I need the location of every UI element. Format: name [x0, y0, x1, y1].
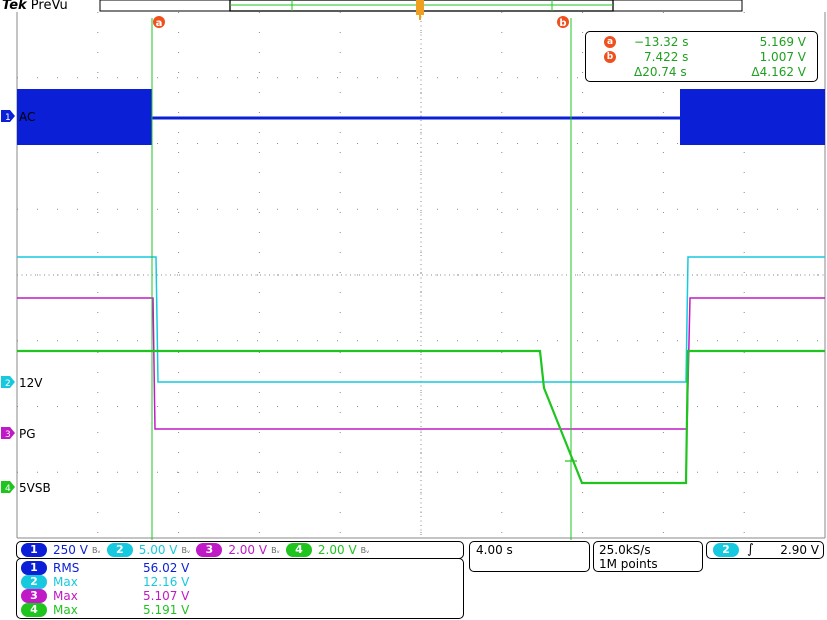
- ch3-bw-limit-icon: Bᵥ: [271, 545, 280, 555]
- ch1-scale[interactable]: 250 V: [53, 543, 88, 557]
- channel-scale-bar: 1 250 V Bᵥ 2 5.00 V Bᵥ 3 2.00 V Bᵥ 4 2.0…: [16, 541, 464, 559]
- cursor-b-value: 1.007 V: [759, 50, 806, 64]
- ch3-scale-badge[interactable]: 3: [196, 543, 223, 557]
- measurements-panel: 1 RMS 56.02 V 2 Max 12.16 V 3 Max 5.107 …: [16, 558, 464, 619]
- cursor-b-icon: b: [604, 51, 616, 63]
- acquisition-mode: PreVu: [30, 0, 68, 13]
- record-length: 1M points: [599, 557, 658, 571]
- cursor-a-value: 5.169 V: [759, 35, 806, 49]
- ch2-scale-badge[interactable]: 2: [106, 543, 133, 557]
- meas-3-value: 5.107 V: [143, 589, 190, 603]
- ch3-marker[interactable]: 3 PG: [1, 427, 36, 441]
- ch4-label: 5VSB: [19, 481, 51, 495]
- cursor-b[interactable]: b: [557, 16, 577, 540]
- trigger-position-marker[interactable]: [416, 0, 424, 20]
- cursor-b-time: 7.422 s: [644, 50, 689, 64]
- cursor-readout: a −13.32 s 5.169 V b 7.422 s 1.007 V Δ20…: [585, 31, 818, 82]
- meas-2-value: 12.16 V: [143, 575, 190, 589]
- trigger-level: 2.90 V: [780, 543, 819, 557]
- brand-logo: Tek: [2, 0, 27, 13]
- cursor-a-icon: a: [604, 36, 616, 48]
- ch1-scale-badge[interactable]: 1: [21, 543, 47, 557]
- brand-header: Tek PreVu: [2, 0, 68, 13]
- meas-4-badge: 4: [21, 603, 47, 617]
- ch4-marker[interactable]: 4 5VSB: [1, 481, 51, 495]
- ch4-scale-badge[interactable]: 4: [285, 543, 312, 557]
- svg-text:4: 4: [5, 484, 11, 494]
- ch1-waveform: [17, 89, 825, 145]
- svg-text:1: 1: [5, 113, 11, 123]
- svg-text:2: 2: [5, 379, 11, 389]
- ch1-label: AC: [19, 110, 35, 124]
- ch3-scale[interactable]: 2.00 V: [228, 543, 267, 557]
- ch4-scale[interactable]: 2.00 V: [318, 543, 357, 557]
- meas-4-value: 5.191 V: [143, 603, 190, 617]
- cursor-delta-time: Δ20.74 s: [634, 65, 687, 79]
- cursor-delta-value: Δ4.162 V: [751, 65, 806, 79]
- meas-4-name: Max: [53, 603, 78, 617]
- sample-rate: 25.0kS/s: [599, 543, 651, 557]
- trigger-source-badge: 2: [713, 543, 739, 557]
- cursor-a-time: −13.32 s: [634, 35, 689, 49]
- oscilloscope-display: a b 1 AC 2 12V 3 PG 4 5VSB: [1, 0, 826, 540]
- meas-2-name: Max: [53, 575, 78, 589]
- ch2-bw-limit-icon: Bᵥ: [181, 545, 191, 555]
- meas-1-badge: 1: [21, 561, 47, 575]
- ch2-marker[interactable]: 2 12V: [1, 376, 43, 390]
- cursor-a-badge: a: [156, 18, 163, 29]
- ch1-marker[interactable]: 1 AC: [1, 110, 35, 124]
- ch2-label: 12V: [19, 376, 43, 390]
- svg-text:3: 3: [5, 430, 11, 440]
- ch2-scale[interactable]: 5.00 V: [139, 543, 178, 557]
- meas-1-value: 56.02 V: [143, 561, 190, 575]
- cursor-a[interactable]: a: [151, 16, 165, 540]
- timebase-box[interactable]: 4.00 s: [469, 541, 590, 572]
- acquisition-box[interactable]: 25.0kS/s 1M points: [593, 541, 703, 572]
- cursor-b-badge: b: [559, 18, 566, 29]
- meas-3-name: Max: [53, 589, 78, 603]
- timebase-value: 4.00 s: [476, 543, 513, 557]
- meas-1-name: RMS: [53, 561, 80, 575]
- meas-2-badge: 2: [21, 575, 47, 589]
- ch1-bw-limit-icon: Bᵥ: [91, 545, 101, 555]
- rising-edge-icon: ∫: [747, 542, 754, 557]
- ch3-label: PG: [19, 427, 36, 441]
- ch4-bw-limit-icon: Bᵥ: [360, 545, 370, 555]
- meas-3-badge: 3: [21, 589, 47, 603]
- trigger-box[interactable]: 2 ∫ 2.90 V: [706, 541, 824, 559]
